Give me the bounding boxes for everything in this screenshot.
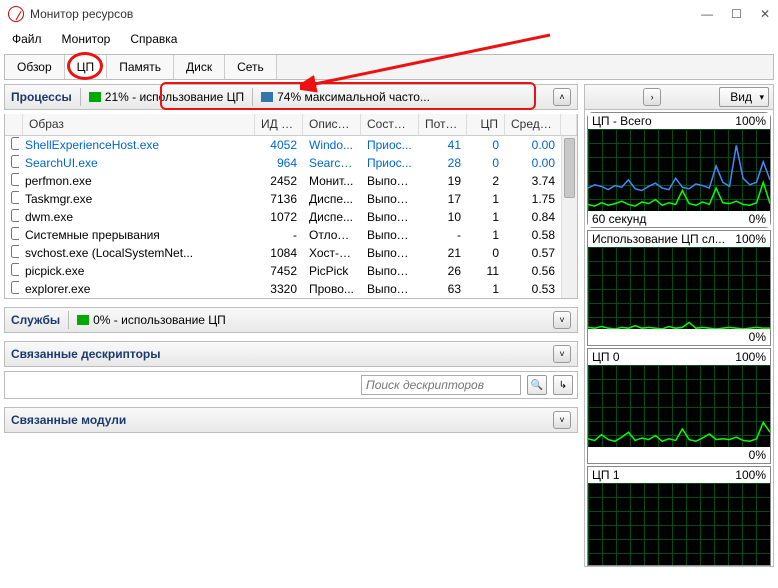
minimize-button[interactable]: — bbox=[701, 7, 713, 21]
row-checkbox[interactable] bbox=[11, 209, 19, 222]
table-row[interactable]: dwm.exe1072Диспе... Выпол...1010.84 bbox=[5, 208, 577, 226]
col-pid[interactable]: ИД п... bbox=[255, 114, 303, 135]
row-checkbox[interactable] bbox=[11, 227, 19, 240]
tab-overview[interactable]: Обзор bbox=[5, 55, 65, 79]
row-checkbox[interactable] bbox=[11, 173, 19, 186]
col-desc[interactable]: Описа... bbox=[303, 114, 361, 135]
graph-1: Использование ЦП сл...100% 0% bbox=[587, 230, 771, 346]
menu-monitor[interactable]: Монитор bbox=[54, 30, 119, 48]
handles-title: Связанные дескрипторы bbox=[11, 347, 161, 361]
graph-2: ЦП 0100% 0% bbox=[587, 348, 771, 464]
collapse-graphs-icon[interactable]: › bbox=[643, 88, 661, 106]
search-input[interactable] bbox=[361, 375, 521, 395]
services-header[interactable]: Службы 0% - использование ЦП ˅ bbox=[4, 307, 578, 333]
menubar: Файл Монитор Справка bbox=[0, 28, 778, 50]
modules-title: Связанные модули bbox=[11, 413, 126, 427]
app-icon bbox=[8, 6, 24, 22]
col-threads[interactable]: Потоки bbox=[419, 114, 467, 135]
col-status[interactable]: Состоя... bbox=[361, 114, 419, 135]
table-row[interactable]: picpick.exe7452PicPick Выпол...26110.56 bbox=[5, 262, 577, 280]
tab-cpu[interactable]: ЦП bbox=[65, 55, 108, 79]
col-avg[interactable]: Средн... bbox=[505, 114, 561, 135]
titlebar: Монитор ресурсов — ☐ ✕ bbox=[0, 0, 778, 28]
table-row[interactable]: Системные прерывания-Отлож... Выпол...-1… bbox=[5, 226, 577, 244]
col-image[interactable]: Образ bbox=[23, 114, 255, 135]
table-row[interactable]: svchost.exe (LocalSystemNet...1084Хост-п… bbox=[5, 244, 577, 262]
search-go-icon[interactable]: ↳ bbox=[553, 375, 573, 395]
row-checkbox[interactable] bbox=[11, 281, 19, 294]
maximize-button[interactable]: ☐ bbox=[731, 7, 742, 21]
close-button[interactable]: ✕ bbox=[760, 7, 770, 21]
table-row[interactable]: explorer.exe3320Прово... Выпол...6310.53 bbox=[5, 280, 577, 298]
processes-header[interactable]: Процессы 21% - использование ЦП 74% макс… bbox=[4, 84, 578, 110]
row-checkbox[interactable] bbox=[11, 263, 19, 276]
graphs-header: › Вид bbox=[584, 84, 774, 110]
tab-network[interactable]: Сеть bbox=[225, 55, 277, 79]
row-checkbox[interactable] bbox=[11, 137, 19, 150]
row-checkbox[interactable] bbox=[11, 155, 19, 168]
table-row[interactable]: perfmon.exe2452Монит... Выпол...1923.74 bbox=[5, 172, 577, 190]
tab-memory[interactable]: Память bbox=[107, 55, 174, 79]
menu-file[interactable]: Файл bbox=[4, 30, 50, 48]
tab-disk[interactable]: Диск bbox=[174, 55, 225, 79]
row-checkbox[interactable] bbox=[11, 191, 19, 204]
handles-header[interactable]: Связанные дескрипторы ˅ bbox=[4, 341, 578, 367]
freq-chip: 74% максимальной часто... bbox=[261, 90, 430, 104]
table-row[interactable]: SearchUI.exe964Search ... Приос...2800.0… bbox=[5, 154, 577, 172]
view-button[interactable]: Вид bbox=[719, 87, 769, 107]
graph-0: ЦП - Всего100% 60 секунд0% bbox=[587, 112, 771, 228]
scrollbar[interactable] bbox=[561, 136, 577, 298]
expand-handles-icon[interactable]: ˅ bbox=[553, 345, 571, 363]
modules-header[interactable]: Связанные модули ˅ bbox=[4, 407, 578, 433]
cpu-usage-chip: 21% - использование ЦП bbox=[89, 90, 244, 104]
collapse-processes-icon[interactable]: ˄ bbox=[553, 88, 571, 106]
col-cpu[interactable]: ЦП bbox=[467, 114, 505, 135]
graph-3: ЦП 1100% bbox=[587, 466, 771, 566]
window-title: Монитор ресурсов bbox=[30, 7, 133, 21]
table-row[interactable]: ShellExperienceHost.exe4052Windo... Прио… bbox=[5, 136, 577, 154]
search-icon[interactable]: 🔍 bbox=[527, 375, 547, 395]
processes-title: Процессы bbox=[11, 90, 72, 104]
table-header: Образ ИД п... Описа... Состоя... Потоки … bbox=[5, 114, 577, 136]
processes-table: Образ ИД п... Описа... Состоя... Потоки … bbox=[4, 114, 578, 299]
menu-help[interactable]: Справка bbox=[122, 30, 185, 48]
table-row[interactable]: Taskmgr.exe7136Диспе... Выпол...1711.75 bbox=[5, 190, 577, 208]
handles-search-row: 🔍 ↳ bbox=[4, 371, 578, 399]
services-title: Службы bbox=[11, 313, 60, 327]
expand-modules-icon[interactable]: ˅ bbox=[553, 411, 571, 429]
row-checkbox[interactable] bbox=[11, 245, 19, 258]
expand-services-icon[interactable]: ˅ bbox=[553, 311, 571, 329]
tabs: Обзор ЦП Память Диск Сеть bbox=[4, 54, 774, 80]
services-chip: 0% - использование ЦП bbox=[77, 313, 226, 327]
